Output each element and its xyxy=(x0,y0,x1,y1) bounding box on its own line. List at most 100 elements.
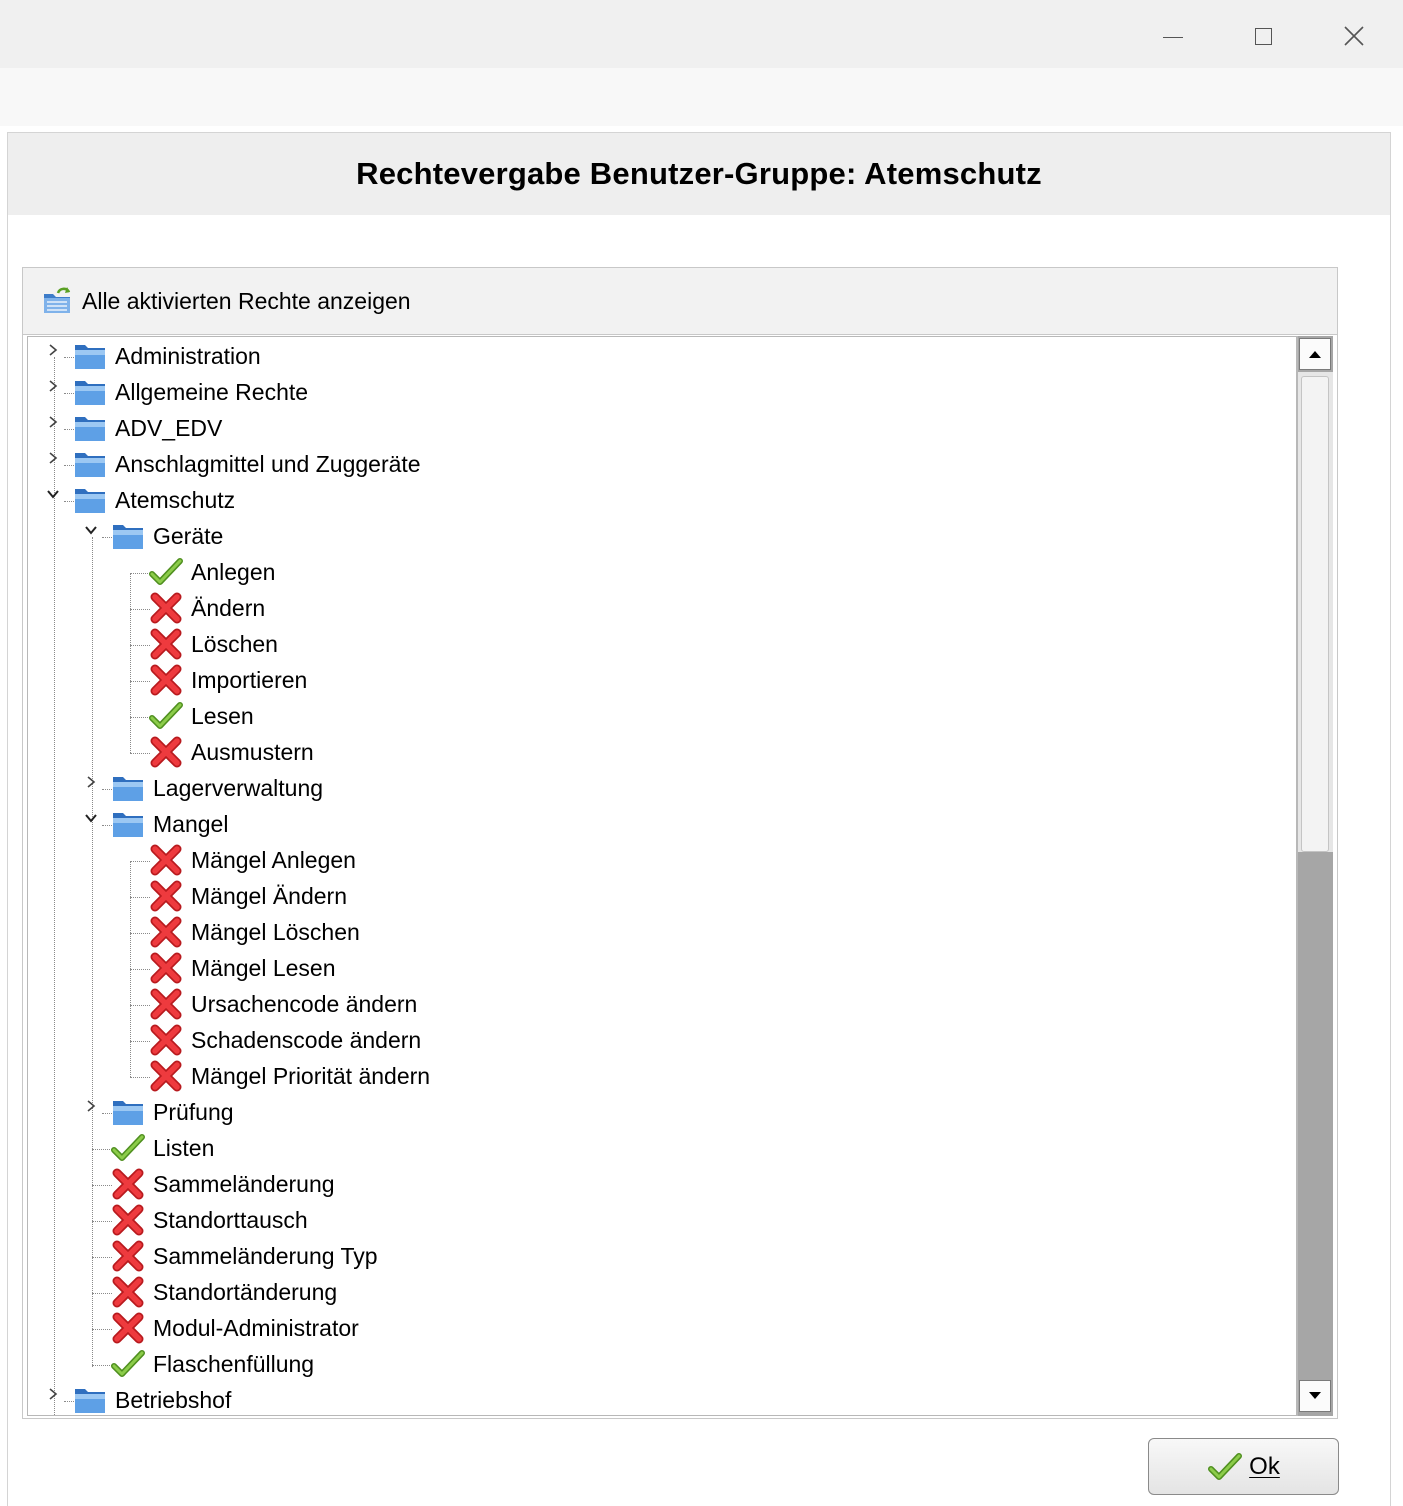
check-icon xyxy=(149,699,183,733)
tree-guide-line xyxy=(130,1077,150,1078)
minimize-button[interactable] xyxy=(1150,14,1196,58)
cross-icon xyxy=(149,591,183,625)
check-icon xyxy=(149,555,183,589)
tree-item-label: Mängel Priorität ändern xyxy=(191,1063,431,1089)
tree-guide-line xyxy=(130,897,150,898)
tree-item-label: Löschen xyxy=(191,631,278,657)
scrollbar-thumb[interactable] xyxy=(1301,376,1329,852)
tree-item-label: Mängel Löschen xyxy=(191,919,360,945)
cross-icon xyxy=(149,987,183,1021)
tree-guide-line xyxy=(130,609,150,610)
tree-item-label: Mängel Ändern xyxy=(191,883,347,909)
chevron-right-icon[interactable] xyxy=(43,411,63,433)
check-icon xyxy=(1208,1452,1243,1480)
chevron-right-icon[interactable] xyxy=(81,771,101,793)
cross-icon xyxy=(149,879,183,913)
tree-item-label: Flaschenfüllung xyxy=(153,1351,315,1377)
tree-item-label: Modul-Administrator xyxy=(153,1315,359,1341)
show-active-rights-label: Alle aktivierten Rechte anzeigen xyxy=(82,287,411,314)
cross-icon xyxy=(149,663,183,697)
tree-guide-line xyxy=(92,1149,112,1150)
tree-guide-line xyxy=(92,1365,112,1366)
chevron-down-icon[interactable] xyxy=(43,483,63,505)
folder-icon xyxy=(73,375,107,409)
tree-guide-line xyxy=(130,717,150,718)
tree-guide-line xyxy=(130,1005,150,1006)
tree-item-label: Lagerverwaltung xyxy=(153,775,324,801)
maximize-button[interactable] xyxy=(1240,14,1286,58)
tree-guide-line xyxy=(92,1221,112,1222)
folder-icon xyxy=(73,447,107,481)
tree-item-label: Prüfung xyxy=(153,1099,234,1125)
chevron-right-icon[interactable] xyxy=(43,1383,63,1405)
tree-item-label: Administration xyxy=(115,343,261,369)
close-icon xyxy=(1344,26,1364,46)
tree-item-label: Anschlagmittel und Zuggeräte xyxy=(115,451,421,477)
tree-item-label: Ausmustern xyxy=(191,739,314,765)
window-band xyxy=(0,68,1403,126)
cross-icon xyxy=(149,951,183,985)
ok-button-label: Ok xyxy=(1249,1452,1280,1480)
folder-icon xyxy=(73,411,107,445)
chevron-down-icon[interactable] xyxy=(81,807,101,829)
tree-item-label: ADV_EDV xyxy=(115,415,223,441)
chevron-right-icon[interactable] xyxy=(43,339,63,361)
tree-guide-line xyxy=(54,357,55,1415)
check-icon xyxy=(111,1347,145,1381)
rights-panel: Alle aktivierten Rechte anzeigen Adminis… xyxy=(22,267,1338,1419)
cross-icon xyxy=(149,843,183,877)
tree-guide-line xyxy=(130,969,150,970)
triangle-up-icon xyxy=(1309,351,1321,358)
tree-item-label: Standorttausch xyxy=(153,1207,308,1233)
rights-dialog: Rechtevergabe Benutzer-Gruppe: Atemschut… xyxy=(7,132,1391,1506)
tree-guide-line xyxy=(92,1329,112,1330)
close-button[interactable] xyxy=(1331,14,1377,58)
folder-icon xyxy=(73,339,107,373)
maximize-icon xyxy=(1254,27,1272,45)
cross-icon xyxy=(111,1275,145,1309)
tree-item-label: Mangel xyxy=(153,811,229,837)
cross-icon xyxy=(149,735,183,769)
tree-guide-line xyxy=(92,1293,112,1294)
tree-guide-line xyxy=(130,573,131,753)
tree-item-label: Sammeländerung xyxy=(153,1171,335,1197)
tree-item-label: Sammeländerung Typ xyxy=(153,1243,378,1269)
chevron-right-icon[interactable] xyxy=(43,447,63,469)
triangle-down-icon xyxy=(1309,1392,1321,1399)
folder-icon xyxy=(73,483,107,517)
tree-guide-line xyxy=(130,861,150,862)
folder-refresh-icon xyxy=(44,287,71,313)
chevron-right-icon[interactable] xyxy=(43,375,63,397)
folder-icon xyxy=(111,1095,145,1129)
tree-guide-line xyxy=(92,1185,112,1186)
cross-icon xyxy=(149,627,183,661)
scroll-down-button[interactable] xyxy=(1299,1380,1331,1412)
window-titlebar xyxy=(0,0,1403,68)
ok-button[interactable]: Ok xyxy=(1148,1438,1339,1495)
minimize-icon xyxy=(1163,36,1183,38)
show-active-rights-action[interactable]: Alle aktivierten Rechte anzeigen xyxy=(23,268,1337,335)
tree-scrollbar[interactable] xyxy=(1297,336,1333,1416)
folder-icon xyxy=(111,771,145,805)
scroll-up-button[interactable] xyxy=(1299,338,1331,370)
tree-guide-line xyxy=(130,645,150,646)
tree-guide-line xyxy=(130,933,150,934)
cross-icon xyxy=(111,1311,145,1345)
cross-icon xyxy=(111,1167,145,1201)
tree-item-label: Betriebshof xyxy=(115,1387,232,1413)
tree-guide-line xyxy=(92,537,93,1367)
tree-item-label: Listen xyxy=(153,1135,215,1161)
tree-item-label: Geräte xyxy=(153,523,224,549)
rights-tree[interactable]: Administration Allgemeine Rechte ADV_EDV… xyxy=(27,336,1297,1416)
tree-item-label: Ursachencode ändern xyxy=(191,991,418,1017)
cross-icon xyxy=(111,1203,145,1237)
tree-guide-line xyxy=(130,1041,150,1042)
cross-icon xyxy=(149,1059,183,1093)
tree-guide-line xyxy=(130,573,150,574)
tree-item-label: Lesen xyxy=(191,703,254,729)
dialog-title: Rechtevergabe Benutzer-Gruppe: Atemschut… xyxy=(356,156,1042,191)
chevron-right-icon[interactable] xyxy=(81,1095,101,1117)
chevron-down-icon[interactable] xyxy=(81,519,101,541)
tree-guide-line xyxy=(130,681,150,682)
tree-guide-line xyxy=(92,1257,112,1258)
